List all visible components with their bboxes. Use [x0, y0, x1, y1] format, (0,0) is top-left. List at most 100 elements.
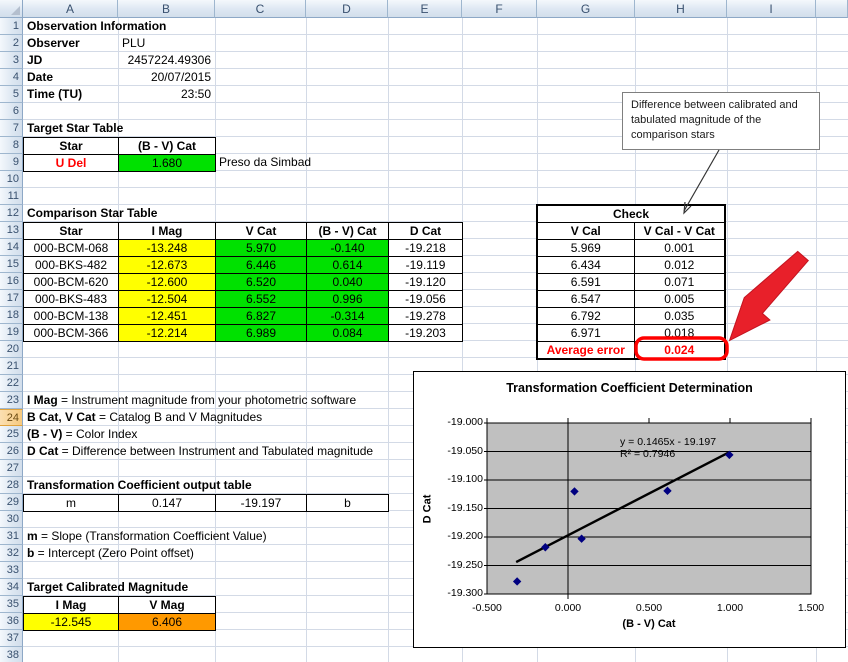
cell[interactable]: -19.218: [389, 240, 463, 257]
row-header-8[interactable]: 8: [0, 137, 23, 154]
row-header-38[interactable]: 38: [0, 647, 23, 662]
cell[interactable]: 000-BCM-366: [24, 325, 119, 342]
simbad-note[interactable]: Preso da Simbad: [219, 154, 311, 171]
cell[interactable]: I Mag: [119, 223, 216, 240]
cell[interactable]: -0.314: [307, 308, 389, 325]
check-title[interactable]: Check: [537, 205, 725, 223]
row-header-26[interactable]: 26: [0, 443, 23, 460]
row-header-4[interactable]: 4: [0, 69, 23, 86]
target-vmag-value[interactable]: 6.406: [119, 614, 216, 631]
cell[interactable]: 6.446: [216, 257, 307, 274]
cell[interactable]: (B - V) Cat: [307, 223, 389, 240]
cell[interactable]: 0.614: [307, 257, 389, 274]
row-header-36[interactable]: 36: [0, 613, 23, 630]
cell[interactable]: -12.504: [119, 291, 216, 308]
row-header-18[interactable]: 18: [0, 307, 23, 324]
cell[interactable]: D Cat: [389, 223, 463, 240]
row-header-12[interactable]: 12: [0, 205, 23, 222]
cell[interactable]: 6.547: [537, 291, 634, 308]
average-error-value[interactable]: 0.024: [634, 342, 725, 360]
column-header-a[interactable]: A: [23, 0, 118, 18]
row-header-1[interactable]: 1: [0, 18, 23, 35]
date-value[interactable]: 20/07/2015: [118, 69, 211, 86]
row-header-22[interactable]: 22: [0, 375, 23, 392]
row-header-30[interactable]: 30: [0, 511, 23, 528]
row-header-24[interactable]: 24: [0, 409, 23, 426]
column-header-e[interactable]: E: [388, 0, 462, 18]
row-header-13[interactable]: 13: [0, 222, 23, 239]
cell[interactable]: 000-BCM-620: [24, 274, 119, 291]
row-header-34[interactable]: 34: [0, 579, 23, 596]
cell[interactable]: 0.071: [634, 274, 725, 291]
m-value[interactable]: 0.147: [119, 495, 216, 512]
cell[interactable]: 000-BKS-483: [24, 291, 119, 308]
b-label[interactable]: b: [307, 495, 389, 512]
cell[interactable]: V Cal - V Cat: [634, 223, 725, 240]
row-header-29[interactable]: 29: [0, 494, 23, 511]
observation-title[interactable]: Observation Information: [27, 18, 166, 35]
target-star-name[interactable]: U Del: [24, 155, 119, 172]
jd-label[interactable]: JD: [27, 52, 42, 69]
cell[interactable]: 0.996: [307, 291, 389, 308]
row-header-31[interactable]: 31: [0, 528, 23, 545]
row-header-21[interactable]: 21: [0, 358, 23, 375]
average-error-label[interactable]: Average error: [537, 342, 634, 360]
column-header-g[interactable]: G: [537, 0, 635, 18]
column-header-i[interactable]: I: [727, 0, 816, 18]
row-header-20[interactable]: 20: [0, 341, 23, 358]
cell[interactable]: 0.012: [634, 257, 725, 274]
cell[interactable]: V Cal: [537, 223, 634, 240]
row-header-19[interactable]: 19: [0, 324, 23, 341]
jd-value[interactable]: 2457224.49306: [118, 52, 211, 69]
row-header-37[interactable]: 37: [0, 630, 23, 647]
cell[interactable]: -19.278: [389, 308, 463, 325]
cell[interactable]: (B - V) Cat: [119, 138, 216, 155]
observer-value[interactable]: PLU: [122, 35, 145, 52]
cell[interactable]: 6.989: [216, 325, 307, 342]
cell[interactable]: 0.084: [307, 325, 389, 342]
column-header-partial[interactable]: [816, 0, 848, 18]
column-header-f[interactable]: F: [462, 0, 537, 18]
row-header-32[interactable]: 32: [0, 545, 23, 562]
target-star-section-title[interactable]: Target Star Table: [27, 120, 123, 137]
cell[interactable]: 5.970: [216, 240, 307, 257]
row-header-7[interactable]: 7: [0, 120, 23, 137]
cell[interactable]: 000-BCM-068: [24, 240, 119, 257]
observer-label[interactable]: Observer: [27, 35, 80, 52]
cell[interactable]: -12.673: [119, 257, 216, 274]
cell[interactable]: -12.214: [119, 325, 216, 342]
row-header-10[interactable]: 10: [0, 171, 23, 188]
row-header-33[interactable]: 33: [0, 562, 23, 579]
row-header-35[interactable]: 35: [0, 596, 23, 613]
cell[interactable]: 0.005: [634, 291, 725, 308]
cell[interactable]: I Mag: [24, 597, 119, 614]
cell[interactable]: -19.203: [389, 325, 463, 342]
cell[interactable]: 6.434: [537, 257, 634, 274]
cell[interactable]: Star: [24, 223, 119, 240]
cell[interactable]: 6.552: [216, 291, 307, 308]
time-label[interactable]: Time (TU): [27, 86, 82, 103]
cell[interactable]: 6.792: [537, 308, 634, 325]
cell[interactable]: 5.969: [537, 240, 634, 257]
row-header-23[interactable]: 23: [0, 392, 23, 409]
coeff-section-title[interactable]: Transformation Coefficient output table: [27, 477, 252, 494]
row-header-5[interactable]: 5: [0, 86, 23, 103]
date-label[interactable]: Date: [27, 69, 53, 86]
m-label[interactable]: m: [24, 495, 119, 512]
cell[interactable]: -19.056: [389, 291, 463, 308]
row-header-25[interactable]: 25: [0, 426, 23, 443]
cell[interactable]: 0.018: [634, 325, 725, 342]
cell[interactable]: V Mag: [119, 597, 216, 614]
column-header-h[interactable]: H: [635, 0, 727, 18]
cell[interactable]: -13.248: [119, 240, 216, 257]
cell[interactable]: -19.120: [389, 274, 463, 291]
time-value[interactable]: 23:50: [118, 86, 211, 103]
cell[interactable]: -0.140: [307, 240, 389, 257]
row-header-14[interactable]: 14: [0, 239, 23, 256]
row-header-2[interactable]: 2: [0, 35, 23, 52]
cell[interactable]: 000-BCM-138: [24, 308, 119, 325]
cell[interactable]: 6.520: [216, 274, 307, 291]
select-all-corner[interactable]: [0, 0, 23, 18]
cell[interactable]: -12.451: [119, 308, 216, 325]
column-header-d[interactable]: D: [306, 0, 388, 18]
